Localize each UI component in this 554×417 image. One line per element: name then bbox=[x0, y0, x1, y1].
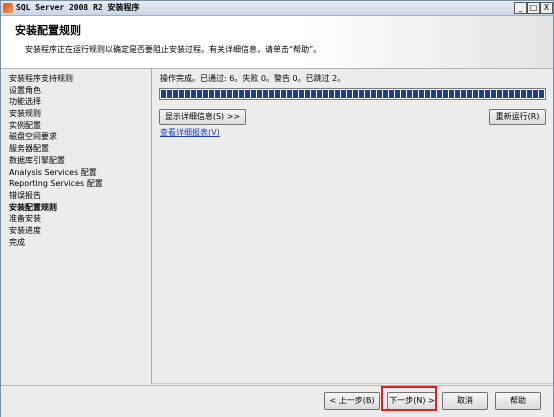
sidebar-step: 准备安装 bbox=[9, 214, 41, 224]
sidebar-step: Reporting Services 配置 bbox=[9, 179, 103, 189]
sidebar-step: 安装规则 bbox=[9, 109, 41, 119]
sidebar-step: 磁盘空间要求 bbox=[9, 132, 57, 142]
steps-sidebar: 安装程序支持规则 设置角色功能选择安装规则 实例配置磁盘空间要求 服务器配置 数据库引擎… bbox=[1, 69, 152, 384]
main-content: 操作完成。已通过: 6。失败 0。警告 0。已跳过 2。 显示详细信息(S) >… bbox=[152, 69, 553, 384]
cancel-button[interactable]: 取消 bbox=[442, 392, 488, 410]
sidebar-step: 设置角色 bbox=[9, 85, 41, 95]
maximize-button[interactable]: □ bbox=[527, 2, 540, 14]
sidebar-step: 服务器配置 bbox=[9, 144, 49, 154]
close-button[interactable]: X bbox=[540, 2, 553, 14]
sidebar-step: 功能选择 bbox=[9, 97, 41, 107]
steps-list: 安装程序支持规则 设置角色功能选择安装规则 实例配置磁盘空间要求 服务器配置 数据库引擎… bbox=[1, 69, 151, 248]
help-button[interactable]: 帮助 bbox=[495, 392, 541, 410]
rerun-button[interactable]: 重新运行(R) bbox=[489, 109, 546, 125]
sidebar-step: Analysis Services 配置 bbox=[9, 167, 97, 177]
progress-bar-fill bbox=[161, 90, 544, 98]
window-title: SQL Server 2008 R2 安装程序 bbox=[16, 3, 140, 12]
sidebar-step: 错误报告 bbox=[9, 190, 41, 200]
show-details-button[interactable]: 显示详细信息(S) >> bbox=[159, 109, 246, 125]
sidebar-step: 数据库引擎配置 bbox=[9, 155, 65, 165]
back-button[interactable]: < 上一步(B) bbox=[324, 392, 380, 410]
next-button-highlight bbox=[381, 386, 437, 411]
status-text: 操作完成。已通过: 6。失败 0。警告 0。已跳过 2。 bbox=[160, 74, 346, 83]
content-divider bbox=[151, 383, 553, 384]
sidebar-step: 实例配置 bbox=[9, 120, 41, 130]
page-description: 安装程序正在运行规则以确定是否要阻止安装过程。有关详细信息，请单击“帮助”。 bbox=[25, 45, 322, 54]
page-title: 安装配置规则 bbox=[15, 24, 81, 37]
sidebar-step: 安装程序支持规则 bbox=[9, 74, 73, 83]
installer-window: SQL Server 2008 R2 安装程序 _ □ X 安装配置规则 安装程… bbox=[0, 0, 554, 417]
sidebar-step: 完成 bbox=[9, 237, 25, 247]
page-header: 安装配置规则 安装程序正在运行规则以确定是否要阻止安装过程。有关详细信息，请单击… bbox=[1, 16, 553, 69]
footer-bar: < 上一步(B) 下一步(N) > 取消 帮助 bbox=[1, 385, 553, 417]
view-detailed-report-link[interactable]: 查看详细报表(V) bbox=[160, 127, 220, 138]
progress-bar bbox=[159, 88, 546, 100]
title-bar[interactable]: SQL Server 2008 R2 安装程序 _ □ X bbox=[1, 1, 553, 16]
sidebar-step: 安装配置规则 bbox=[9, 202, 57, 212]
sidebar-step: 安装进度 bbox=[9, 225, 41, 235]
minimize-button[interactable]: _ bbox=[514, 2, 527, 14]
sql-server-app-icon bbox=[3, 3, 13, 13]
